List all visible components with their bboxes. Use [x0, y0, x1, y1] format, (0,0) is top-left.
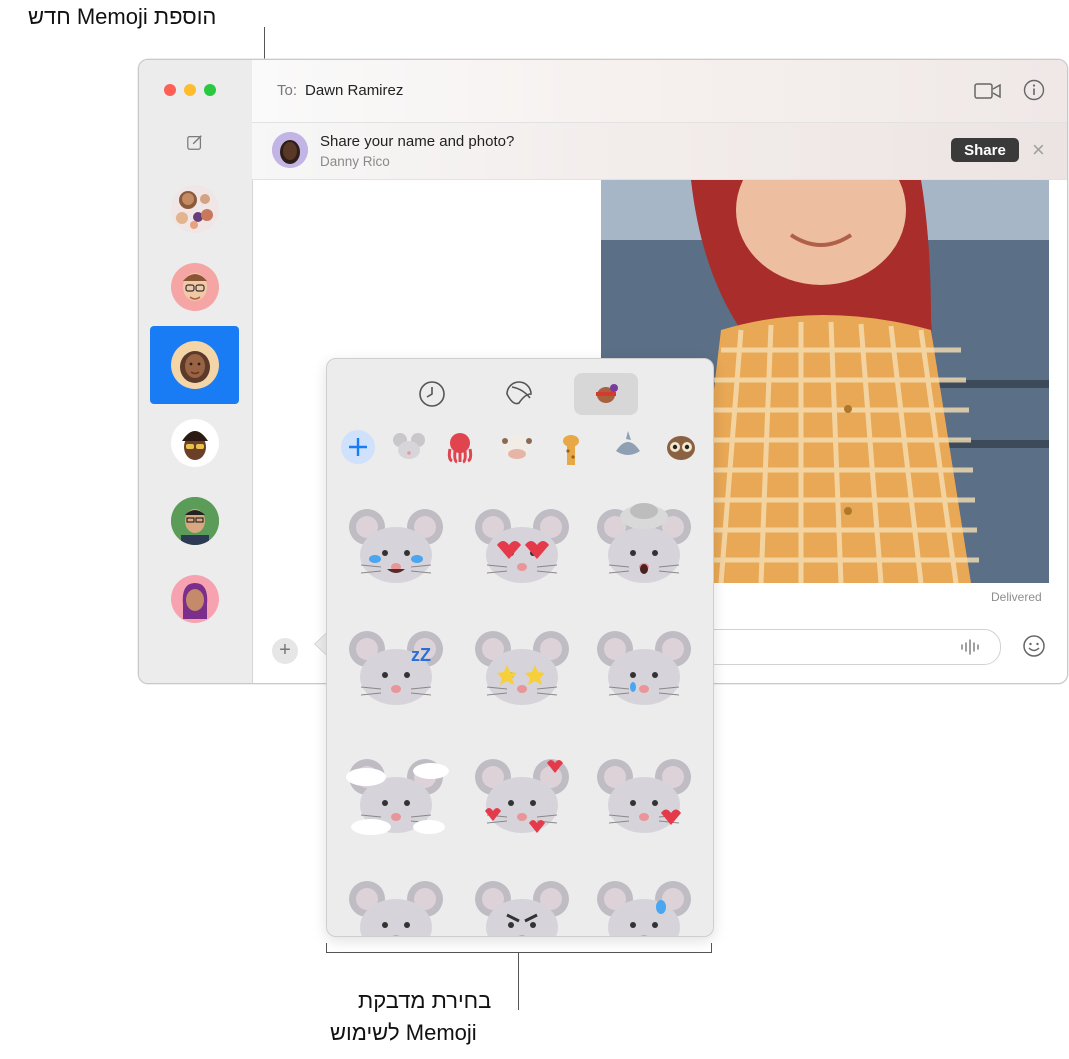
conversation-item-group[interactable] [150, 170, 239, 248]
cow-icon [502, 435, 532, 459]
callout-choose-sticker-2: Memoji לשימוש [330, 1020, 477, 1045]
conversation-item-4[interactable] [150, 404, 239, 482]
memoji-icon [596, 384, 618, 403]
stickers-icon [506, 381, 532, 405]
octopus-icon [447, 433, 473, 464]
tab-memoji[interactable] [574, 373, 638, 415]
bracket-horizontal [326, 952, 712, 953]
audio-waveform-icon[interactable] [960, 639, 982, 655]
bracket-stem [518, 952, 519, 1010]
tab-stickers[interactable] [487, 373, 551, 415]
sender-avatar [272, 132, 308, 168]
strip-owl[interactable] [663, 429, 699, 465]
sticker-mouse-in-clouds[interactable] [341, 749, 451, 849]
recents-clock-icon [419, 381, 445, 407]
strip-cow[interactable] [499, 429, 535, 465]
conversation-item-selected[interactable] [150, 326, 239, 404]
sticker-mouse-sweating[interactable] [589, 871, 699, 936]
group-avatar [171, 185, 219, 233]
zoom-window-button[interactable] [204, 84, 216, 96]
compose-icon[interactable] [186, 133, 204, 151]
info-icon[interactable] [1023, 79, 1045, 101]
share-name-banner: Share your name and photo? Danny Rico Sh… [252, 123, 1067, 180]
add-memoji-button[interactable] [340, 429, 376, 465]
conversation-header: To: Dawn Ramirez [252, 60, 1067, 123]
sticker-picker-popover: zZ [326, 358, 714, 937]
strip-mouse[interactable] [391, 429, 427, 465]
sticker-mouse-angry[interactable] [467, 871, 577, 936]
sticker-mouse-blowing-kiss[interactable] [589, 749, 699, 849]
sticker-mouse-crying[interactable] [589, 621, 699, 721]
tab-recents[interactable] [400, 373, 464, 415]
conversation-item-2[interactable] [150, 248, 239, 326]
share-title: Share your name and photo? [320, 133, 515, 150]
sticker-mouse-sleeping[interactable]: zZ [341, 621, 451, 721]
mouse-icon [393, 433, 425, 459]
callout-add-memoji: הוספת Memoji חדש [28, 4, 217, 29]
strip-giraffe[interactable] [553, 429, 589, 465]
conversation-item-6[interactable] [150, 560, 239, 638]
owl-icon [667, 436, 695, 460]
memoji-avatar-glasses [171, 263, 219, 311]
message-input[interactable] [699, 629, 1001, 665]
video-camera-icon[interactable] [974, 81, 1002, 101]
apps-plus-button[interactable]: + [272, 638, 298, 664]
add-memoji-icon [341, 430, 375, 464]
conversation-item-5[interactable] [150, 482, 239, 560]
memoji-avatar-curls [171, 419, 219, 467]
to-label: To: [277, 82, 298, 99]
share-sender: Danny Rico [320, 154, 390, 169]
share-button[interactable]: Share [951, 138, 1019, 162]
sidebar [139, 60, 253, 683]
svg-text:zZ: zZ [411, 645, 431, 665]
callout-choose-sticker-1: בחירת מדבקת [358, 988, 492, 1013]
giraffe-icon [563, 435, 579, 465]
sticker-mouse-hearts-around[interactable] [467, 749, 577, 849]
shark-icon [616, 431, 640, 455]
emoji-icon[interactable] [1022, 634, 1046, 658]
memoji-avatar-pink [171, 575, 219, 623]
bracket-right [711, 943, 712, 953]
strip-shark[interactable] [610, 429, 646, 465]
sticker-mouse-heart-eyes[interactable] [467, 499, 577, 599]
bracket-left [326, 943, 327, 953]
sticker-mouse-winking[interactable] [341, 871, 451, 936]
close-icon[interactable]: × [1032, 137, 1045, 163]
delivered-status: Delivered [991, 590, 1042, 604]
memoji-avatar-dawn [171, 341, 219, 389]
photo-avatar-man [171, 497, 219, 545]
minimize-window-button[interactable] [184, 84, 196, 96]
close-window-button[interactable] [164, 84, 176, 96]
sticker-mouse-mind-blown[interactable] [589, 499, 699, 599]
strip-octopus[interactable] [442, 429, 478, 465]
sticker-mouse-star-struck[interactable] [467, 621, 577, 721]
recipient-name[interactable]: Dawn Ramirez [305, 82, 403, 99]
sticker-mouse-crying-laughing[interactable] [341, 499, 451, 599]
